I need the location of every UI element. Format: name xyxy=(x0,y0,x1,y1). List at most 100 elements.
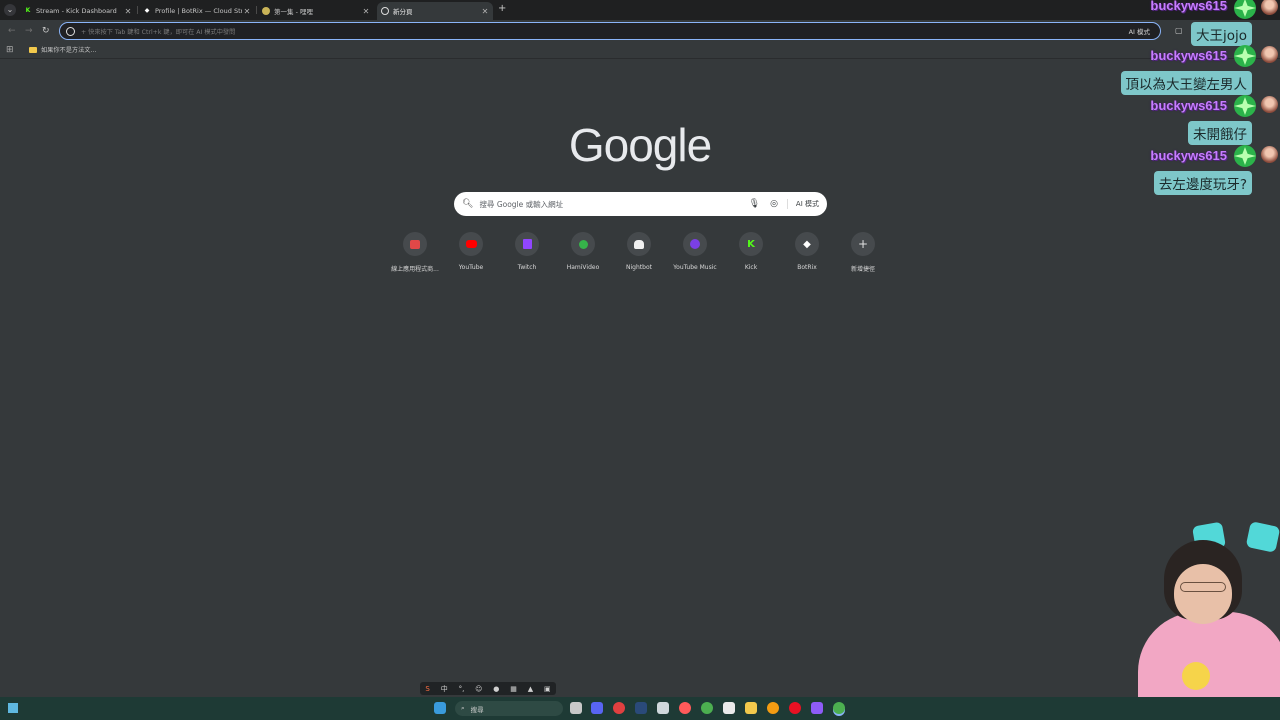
chat-message: 頂以為大王變左男人 xyxy=(1120,71,1252,95)
address-bar[interactable]: G + 快來按下 Tab 鍵和 Ctrl+k 鍵，即可在 AI 模式中發問 AI… xyxy=(59,22,1161,40)
windows-start-icon[interactable] xyxy=(434,702,446,714)
shortcut-label: YouTube xyxy=(458,264,484,271)
address-placeholder: + 快來按下 Tab 鍵和 Ctrl+k 鍵，即可在 AI 模式中發問 xyxy=(81,28,236,36)
nightbot-icon xyxy=(627,232,651,256)
steam-icon[interactable] xyxy=(635,702,647,714)
shortcut-label: 新增捷徑 xyxy=(850,266,875,273)
web-store-icon xyxy=(403,232,427,256)
youtube-icon xyxy=(459,232,483,256)
bookmarks-bar: ⊞ 如果你不是方法文... xyxy=(0,42,1280,59)
obs-icon[interactable] xyxy=(613,702,625,714)
shortcut-twitch[interactable]: Twitch xyxy=(499,232,555,271)
cat-ear-right xyxy=(1245,521,1280,553)
ime-punct-icon[interactable]: °, xyxy=(459,685,465,693)
chat-message: 大王jojo xyxy=(1190,22,1252,46)
face xyxy=(1174,564,1232,624)
photos-icon[interactable] xyxy=(657,702,669,714)
capcut-icon[interactable] xyxy=(723,702,735,714)
chrome-icon[interactable] xyxy=(701,702,713,714)
widgets-icon[interactable] xyxy=(8,703,18,713)
shortcut-label: 線上應用程式商... xyxy=(391,266,439,273)
reload-icon[interactable]: ↻ xyxy=(42,26,50,36)
chrome-active-icon[interactable] xyxy=(833,702,845,714)
new-tab-button[interactable]: + xyxy=(498,3,506,14)
avatar xyxy=(1261,46,1278,63)
ime-mic-icon[interactable]: ● xyxy=(493,685,499,693)
taskbar-search[interactable]: ⌕ 搜尋 xyxy=(455,701,563,716)
task-view-icon[interactable] xyxy=(570,702,582,714)
ai-mode-chip[interactable]: AI 模式 xyxy=(1129,26,1150,36)
chat-message: 去左邊度玩牙? xyxy=(1153,171,1252,195)
shortcut-nightbot[interactable]: Nightbot xyxy=(611,232,667,271)
back-icon[interactable]: ← xyxy=(8,26,16,36)
tab-botrix-profile[interactable]: ◆ Profile | BotRix — Cloud Strea ✕ xyxy=(139,2,255,20)
folder-icon xyxy=(29,46,37,53)
bookmark-label: 如果你不是方法文... xyxy=(41,47,97,54)
shortcut-hamivideo[interactable]: HamiVideo xyxy=(555,232,611,271)
tab-title: 第一集 - 哩哩 xyxy=(274,8,313,16)
side-panel-icon[interactable]: ▢ xyxy=(1175,26,1183,35)
ime-emoji-icon[interactable]: ☺ xyxy=(475,685,482,693)
ntp-search-box[interactable]: 🔍︎ 🎙︎ ◎ AI 模式 xyxy=(454,192,827,216)
youtube-music-icon xyxy=(683,232,707,256)
apps-grid-icon[interactable]: ⊞ xyxy=(6,45,14,55)
app-icon[interactable] xyxy=(767,702,779,714)
ime-chinese-icon[interactable]: 中 xyxy=(441,684,448,694)
shortcut-youtube[interactable]: YouTube xyxy=(443,232,499,271)
video-icon xyxy=(262,7,270,15)
botrix-icon: ◆ xyxy=(795,232,819,256)
shortcut-label: YouTube Music xyxy=(673,264,717,271)
chat-username: buckyws615 xyxy=(1150,148,1227,163)
tab-video[interactable]: 第一集 - 哩哩 ✕ xyxy=(258,2,374,20)
plus-icon: + xyxy=(851,232,875,256)
search-input[interactable] xyxy=(479,199,744,209)
shortcut-label: HamiVideo xyxy=(566,264,600,271)
tab-title: Profile | BotRix — Cloud Strea xyxy=(155,7,242,15)
webcam-overlay xyxy=(1130,520,1280,700)
close-icon[interactable]: ✕ xyxy=(480,7,490,16)
plush-toy xyxy=(1182,662,1210,690)
opera-icon[interactable] xyxy=(789,702,801,714)
tab-strip: ⌄ K Stream - Kick Dashboard ✕ ◆ Profile … xyxy=(0,0,1280,20)
discord-icon[interactable] xyxy=(591,702,603,714)
tab-new-tab[interactable]: 新分頁 ✕ xyxy=(377,2,493,20)
chat-username: buckyws615 xyxy=(1150,0,1227,13)
kick-icon: K xyxy=(739,232,763,256)
close-icon[interactable]: ✕ xyxy=(361,7,371,16)
close-icon[interactable]: ✕ xyxy=(123,7,133,16)
ime-keyboard-icon[interactable]: ▦ xyxy=(510,685,517,693)
shortcut-botrix[interactable]: ◆ BotRix xyxy=(779,232,835,271)
tab-divider xyxy=(256,6,257,14)
shortcut-label: Kick xyxy=(744,264,758,271)
forward-icon[interactable]: → xyxy=(25,26,33,36)
botrix-icon: ◆ xyxy=(144,7,150,14)
ime-logo-icon[interactable]: S xyxy=(425,685,429,693)
ai-mode-button[interactable]: AI 模式 xyxy=(786,199,819,209)
shortcut-youtube-music[interactable]: YouTube Music xyxy=(667,232,723,271)
glasses xyxy=(1180,582,1226,592)
ime-skin-icon[interactable]: ▲ xyxy=(528,685,533,693)
tab-divider xyxy=(137,6,138,14)
shortcut-web-store[interactable]: 線上應用程式商... xyxy=(387,232,443,273)
lens-icon[interactable]: ◎ xyxy=(770,199,778,209)
toolbar: ← → ↻ G + 快來按下 Tab 鍵和 Ctrl+k 鍵，即可在 AI 模式… xyxy=(0,20,1280,42)
tab-title: Stream - Kick Dashboard xyxy=(36,7,117,15)
shortcut-kick[interactable]: K Kick xyxy=(723,232,779,271)
tab-search-button[interactable]: ⌄ xyxy=(4,4,16,16)
ime-tools-icon[interactable]: ▣ xyxy=(544,685,551,693)
taskbar: ⌕ 搜尋 xyxy=(0,697,1280,720)
close-icon[interactable]: ✕ xyxy=(242,7,252,16)
input-method-toolbar[interactable]: S 中 °, ☺ ● ▦ ▲ ▣ xyxy=(420,682,556,695)
hoodie xyxy=(1138,612,1280,700)
google-icon xyxy=(381,7,389,15)
microphone-icon[interactable]: 🎙︎ xyxy=(749,199,760,209)
google-icon: G xyxy=(66,26,75,36)
shortcut-label: BotRix xyxy=(797,264,817,271)
tab-kick-dashboard[interactable]: K Stream - Kick Dashboard ✕ xyxy=(20,2,136,20)
file-explorer-icon[interactable] xyxy=(745,702,757,714)
bookmark-item[interactable]: 如果你不是方法文... xyxy=(29,45,96,54)
hamivideo-icon xyxy=(571,232,595,256)
discord-alt-icon[interactable] xyxy=(811,702,823,714)
firefox-icon[interactable] xyxy=(679,702,691,714)
shortcut-add[interactable]: + 新增捷徑 xyxy=(835,232,891,273)
